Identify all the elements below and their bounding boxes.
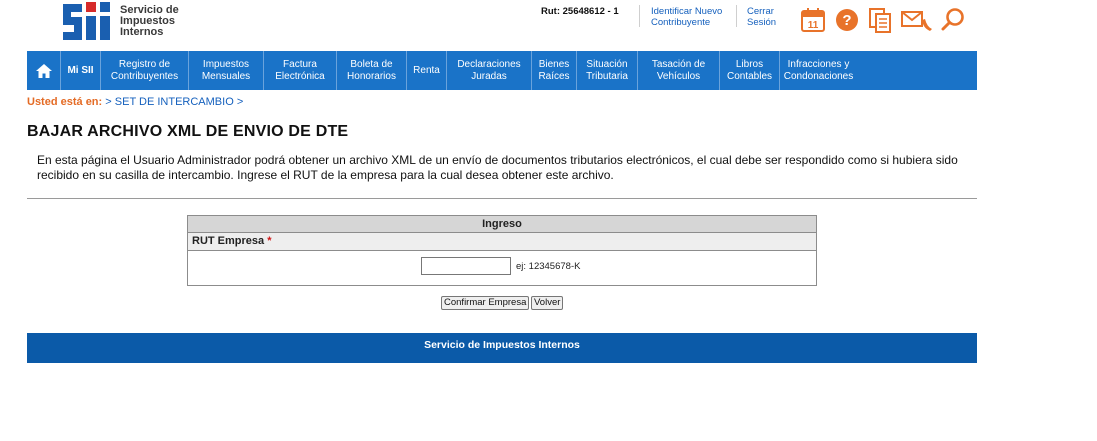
rut-empresa-label: RUT Empresa * xyxy=(188,233,816,251)
ingreso-form: Ingreso RUT Empresa * ej: 12345678-K xyxy=(187,215,817,286)
svg-text:?: ? xyxy=(842,12,851,29)
logo-wordmark: Servicio de Impuestos Internos xyxy=(120,4,179,38)
nav-situacion-tributaria[interactable]: Situación Tributaria xyxy=(577,51,638,90)
home-icon xyxy=(35,63,52,78)
header-divider xyxy=(736,5,737,27)
confirmar-empresa-button[interactable]: Confirmar Empresa xyxy=(441,296,530,310)
search-icon[interactable] xyxy=(940,7,966,33)
rut-empresa-input[interactable] xyxy=(421,257,511,275)
breadcrumb-separator: > xyxy=(236,96,244,108)
footer: Servicio de Impuestos Internos xyxy=(27,333,977,363)
nav-declaraciones-juradas[interactable]: Declaraciones Juradas xyxy=(447,51,532,90)
nav-renta[interactable]: Renta xyxy=(407,51,447,90)
volver-button[interactable]: Volver xyxy=(531,296,564,310)
breadcrumb-label: Usted está en: xyxy=(27,96,103,108)
documents-icon[interactable] xyxy=(867,7,893,33)
nav-mi-sii[interactable]: Mi SII xyxy=(61,51,101,90)
sii-logo[interactable]: Servicio de Impuestos Internos xyxy=(60,0,200,44)
sii-logo-icon xyxy=(63,2,110,40)
rut-example-hint: ej: 12345678-K xyxy=(516,261,581,272)
identificar-contribuyente-link[interactable]: Identificar Nuevo Contribuyente xyxy=(651,6,722,28)
nav-impuestos-mensuales[interactable]: Impuestos Mensuales xyxy=(189,51,264,90)
breadcrumb: Usted está en: > SET DE INTERCAMBIO > xyxy=(27,96,243,108)
nav-bienes-raices[interactable]: Bienes Raíces xyxy=(532,51,577,90)
user-rut: Rut: 25648612 - 1 xyxy=(541,6,619,17)
cerrar-sesion-link[interactable]: Cerrar Sesión xyxy=(747,6,776,28)
rut-input-row: ej: 12345678-K xyxy=(188,251,816,285)
nav-tasacion-vehiculos[interactable]: Tasación de Vehículos xyxy=(638,51,720,90)
breadcrumb-item-set-intercambio[interactable]: SET DE INTERCAMBIO xyxy=(115,96,234,108)
breadcrumb-separator: > xyxy=(105,96,112,108)
page-description: En esta página el Usuario Administrador … xyxy=(37,153,958,182)
nav-libros-contables[interactable]: Libros Contables xyxy=(720,51,780,90)
calendar-icon[interactable]: 11 xyxy=(800,7,826,33)
help-icon[interactable]: ? xyxy=(835,8,859,32)
main-navigation: Mi SII Registro de Contribuyentes Impuest… xyxy=(27,51,977,90)
divider xyxy=(27,198,977,199)
nav-factura-electronica[interactable]: Factura Electrónica xyxy=(264,51,337,90)
svg-text:11: 11 xyxy=(808,20,819,31)
contact-icon[interactable] xyxy=(901,7,933,33)
required-mark: * xyxy=(267,235,272,247)
nav-home[interactable] xyxy=(27,51,61,90)
page-title: BAJAR ARCHIVO XML DE ENVIO DE DTE xyxy=(27,123,349,140)
nav-boleta-honorarios[interactable]: Boleta de Honorarios xyxy=(337,51,407,90)
form-header: Ingreso xyxy=(188,216,816,233)
rut-empresa-label-text: RUT Empresa xyxy=(192,235,265,247)
nav-registro-contribuyentes[interactable]: Registro de Contribuyentes xyxy=(101,51,189,90)
header-divider xyxy=(639,5,640,27)
nav-infracciones-condonaciones[interactable]: Infracciones y Condonaciones xyxy=(780,51,857,90)
